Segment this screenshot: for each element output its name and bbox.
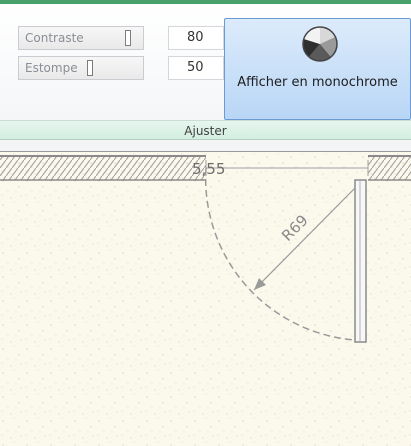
blur-value[interactable]: 50 bbox=[168, 56, 224, 80]
ribbon-panel: Contraste 80 Estompe 50 Afficher en mono… bbox=[0, 0, 411, 120]
blur-label: Estompe bbox=[25, 61, 78, 75]
contrast-value[interactable]: 80 bbox=[168, 26, 224, 50]
contrast-label: Contraste bbox=[25, 31, 84, 45]
contrast-slider[interactable]: Contraste bbox=[18, 26, 144, 50]
monochrome-icon bbox=[302, 26, 338, 62]
contrast-slider-thumb[interactable] bbox=[125, 30, 131, 46]
monochrome-button[interactable]: Afficher en monochrome bbox=[224, 18, 411, 120]
dimension-label: 5,55 bbox=[192, 160, 225, 178]
floor-texture bbox=[0, 152, 411, 446]
blur-slider-thumb[interactable] bbox=[87, 60, 93, 76]
ribbon-bottom-strip bbox=[0, 140, 411, 152]
blur-slider[interactable]: Estompe bbox=[18, 56, 144, 80]
group-label-ajuster: Ajuster bbox=[0, 120, 411, 140]
monochrome-button-label: Afficher en monochrome bbox=[237, 75, 398, 90]
drawing-canvas[interactable]: 5,55 R69 bbox=[0, 152, 411, 446]
door-leaf[interactable] bbox=[354, 179, 367, 343]
